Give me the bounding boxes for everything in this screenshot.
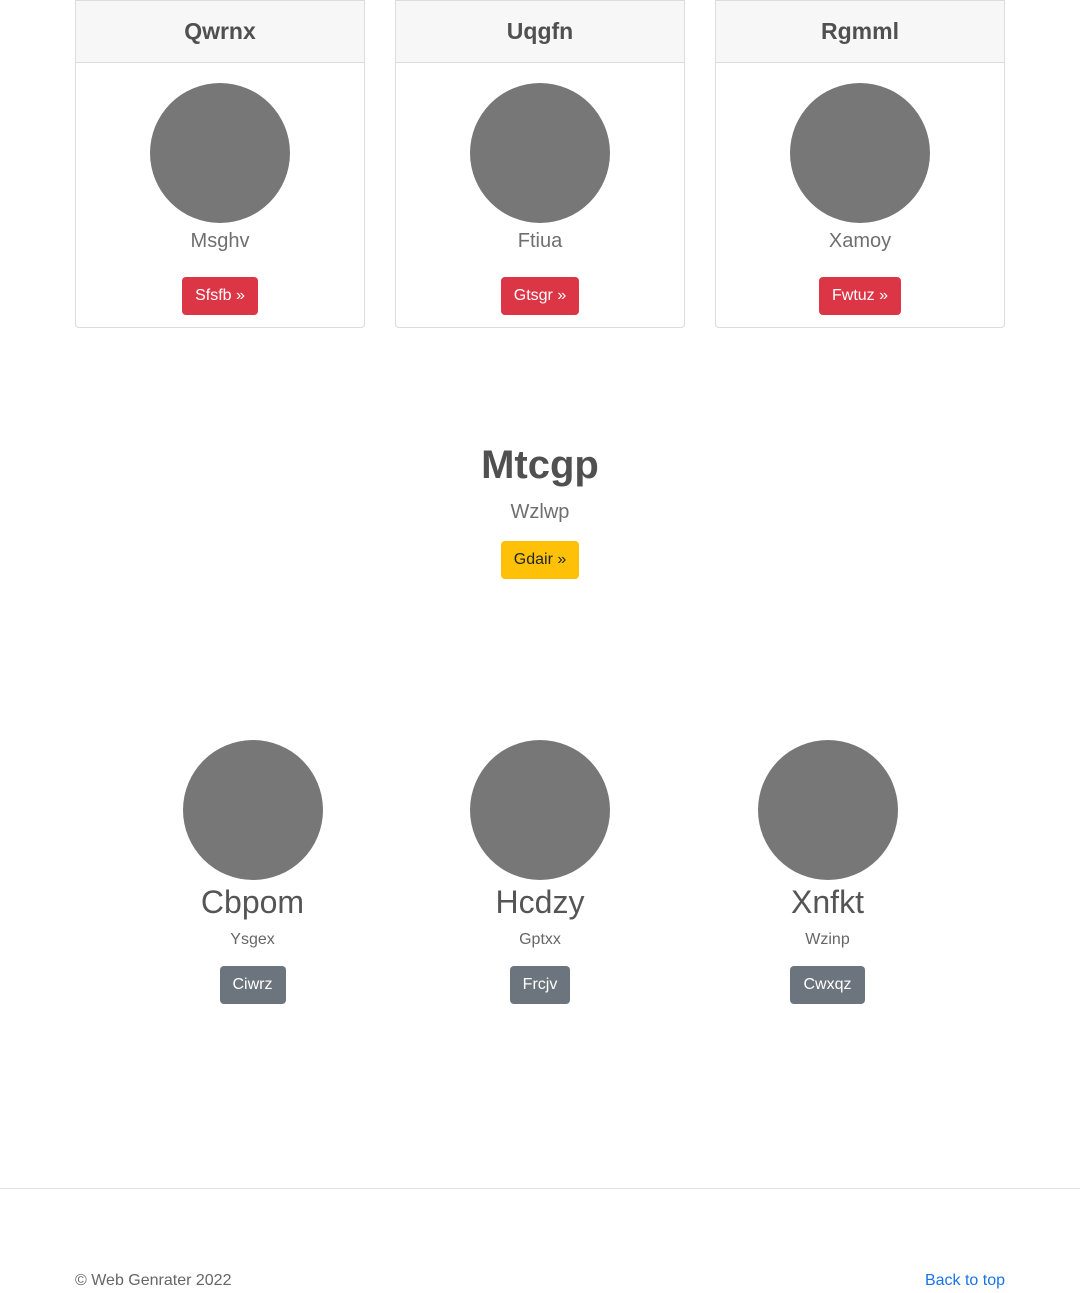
avatar-placeholder xyxy=(470,83,610,223)
card: Uqgfn Ftiua Gtsgr » xyxy=(395,0,685,328)
card: Rgmml Xamoy Fwtuz » xyxy=(715,0,1005,328)
person-subtitle: Wzinp xyxy=(805,931,850,948)
card-subtitle: Ftiua xyxy=(517,230,563,252)
card: Qwrnx Msghv Sfsfb » xyxy=(75,0,365,328)
hero-section: Mtcgp Wzlwp Gdair » xyxy=(0,440,1080,579)
card-title: Uqgfn xyxy=(396,0,684,63)
person-name: Cbpom xyxy=(200,884,305,920)
person-name: Xnfkt xyxy=(791,884,864,920)
card-row: Qwrnx Msghv Sfsfb » Uqgfn Ftiua Gtsgr » … xyxy=(75,0,1005,328)
hero-action-button[interactable]: Gdair » xyxy=(500,541,580,579)
person-action-button[interactable]: Ciwrz xyxy=(219,966,286,1004)
card-subtitle: Msghv xyxy=(190,230,250,252)
card-action-button[interactable]: Gtsgr » xyxy=(500,277,580,315)
footer-divider xyxy=(0,1188,1080,1189)
hero-subtitle: Wzlwp xyxy=(510,501,570,523)
person-action-button[interactable]: Frcjv xyxy=(509,966,571,1004)
avatar-placeholder xyxy=(790,83,930,223)
avatar-placeholder xyxy=(470,740,610,880)
card-title: Rgmml xyxy=(716,0,1004,63)
card-action-button[interactable]: Fwtuz » xyxy=(818,277,901,315)
person-item: Cbpom Ysgex Ciwrz xyxy=(109,740,396,1004)
person-name: Hcdzy xyxy=(495,884,585,920)
person-action-button[interactable]: Cwxqz xyxy=(790,966,865,1004)
footer: © Web Genrater 2022 Back to top xyxy=(75,1270,1005,1292)
page: Qwrnx Msghv Sfsfb » Uqgfn Ftiua Gtsgr » … xyxy=(0,0,1080,1293)
copyright-text: © Web Genrater 2022 xyxy=(75,1272,232,1289)
hero-title: Mtcgp xyxy=(481,443,599,487)
person-subtitle: Gptxx xyxy=(519,931,561,948)
back-to-top-link[interactable]: Back to top xyxy=(925,1272,1005,1290)
card-title: Qwrnx xyxy=(76,0,364,63)
avatar-placeholder xyxy=(757,740,898,880)
card-subtitle: Xamoy xyxy=(828,230,892,252)
card-action-button[interactable]: Sfsfb » xyxy=(182,277,258,315)
avatar-placeholder xyxy=(182,740,323,880)
person-item: Xnfkt Wzinp Cwxqz xyxy=(684,740,971,1004)
avatar-placeholder xyxy=(150,83,290,223)
person-item: Hcdzy Gptxx Frcjv xyxy=(397,740,684,1004)
people-row: Cbpom Ysgex Ciwrz Hcdzy Gptxx Frcjv Xnfk… xyxy=(109,740,971,1004)
person-subtitle: Ysgex xyxy=(230,931,275,948)
